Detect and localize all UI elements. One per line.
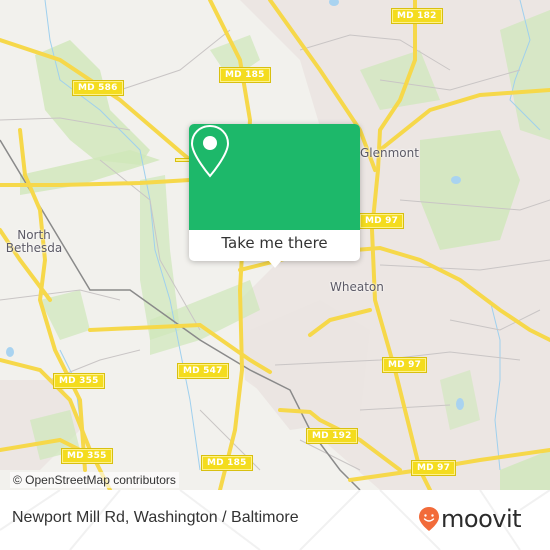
road-shield-md-192: MD 192 — [306, 428, 358, 444]
moovit-logo[interactable]: moovit — [418, 505, 522, 533]
road-shield-md-355: MD 355 — [53, 373, 105, 389]
map-pin-icon — [190, 124, 230, 178]
map-attribution[interactable]: © OpenStreetMap contributors — [10, 472, 179, 488]
road-shield-md-355: MD 355 — [61, 448, 113, 464]
moovit-smile-pin-icon — [419, 507, 439, 531]
location-popup[interactable]: Take me there — [189, 124, 360, 268]
place-label-north-bethesda: North Bethesda — [5, 228, 63, 255]
popup-pointer — [268, 260, 282, 268]
moovit-wordmark: moovit — [441, 505, 522, 533]
place-label-glenmont: Glenmont — [360, 146, 419, 160]
road-shield-md-97: MD 97 — [381, 357, 428, 373]
map[interactable]: Glenmont North Bethesda Wheaton MD 182 M… — [0, 0, 550, 490]
road-shield-md-97: MD 97 — [410, 460, 457, 476]
footer: Newport Mill Rd, Washington / Baltimore … — [0, 490, 550, 550]
place-label-wheaton: Wheaton — [330, 280, 384, 294]
popup-header — [189, 124, 360, 230]
road-shield-md-185: MD 185 — [219, 67, 271, 83]
road-shield-md-182: MD 182 — [391, 8, 443, 24]
take-me-there-button[interactable]: Take me there — [189, 230, 360, 261]
road-shield-md-97: MD 97 — [358, 213, 405, 229]
road-shield-md-547: MD 547 — [177, 363, 229, 379]
location-title: Newport Mill Rd, Washington / Baltimore — [12, 509, 299, 526]
road-shield-md-185: MD 185 — [201, 455, 253, 471]
road-shield-md-586: MD 586 — [72, 80, 124, 96]
